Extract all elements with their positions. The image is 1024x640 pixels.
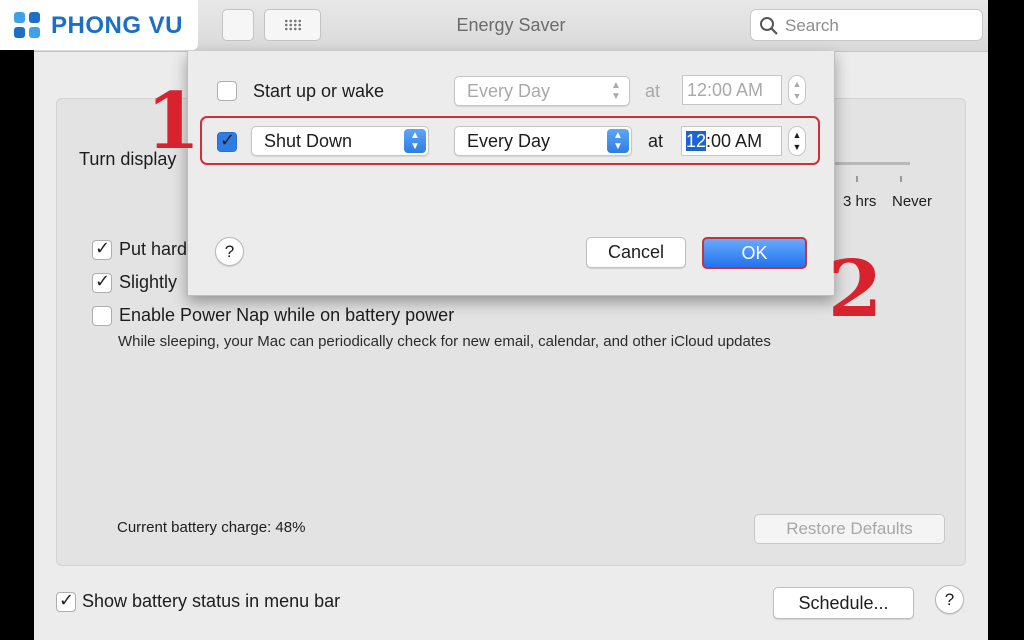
cancel-button[interactable]: Cancel [586,237,686,268]
step-2-annotation: 2 [828,244,883,335]
startup-day-value: Every Day [467,81,551,101]
startup-at-label: at [645,81,661,101]
power-nap-label: Enable Power Nap while on battery power [119,305,455,325]
slightly-dim-checkbox[interactable] [92,271,112,293]
logo-icon [14,12,40,38]
search-icon [760,17,778,35]
startup-time-field[interactable]: 12:00 AM [682,75,782,105]
slider-label-3hrs: 3 hrs [843,193,877,210]
battery-charge-text: Current battery charge: 48% [117,519,306,536]
startup-wake-label: Start up or wake [253,81,385,101]
startup-wake-checkbox[interactable] [217,81,237,101]
startup-day-popup[interactable]: Every Day ▲ ▼ [454,76,630,106]
sheet-help-button[interactable]: ? [215,237,244,266]
show-battery-status-checkbox[interactable] [56,590,76,612]
search-field[interactable]: Search [750,9,983,41]
power-nap-description: While sleeping, your Mac can periodicall… [118,333,771,350]
power-nap-checkbox[interactable] [92,306,112,326]
slightly-dim-label: Slightly [119,272,178,292]
put-hard-disks-label: Put hard [119,239,188,259]
slider-label-never: Never [892,193,933,210]
help-button[interactable]: ? [935,585,964,614]
restore-defaults-button[interactable]: Restore Defaults [754,514,945,544]
startup-time-stepper[interactable]: ▲ ▼ [788,75,806,105]
search-placeholder: Search [785,16,839,35]
step-1-annotation: 1 [146,76,201,167]
phong-vu-logo: PHONG VU [0,0,198,50]
ok-button[interactable]: OK [702,237,807,269]
put-hard-disks-checkbox[interactable] [92,238,112,260]
show-battery-status-label: Show battery status in menu bar [82,591,341,611]
display-sleep-slider[interactable] [832,162,910,165]
slider-tick [900,176,902,182]
chevron-updown-icon: ▲ ▼ [611,80,621,102]
shutdown-row-highlight [200,116,820,165]
logo-text: PHONG VU [51,12,184,39]
schedule-button[interactable]: Schedule... [773,587,914,619]
slider-tick [856,176,858,182]
